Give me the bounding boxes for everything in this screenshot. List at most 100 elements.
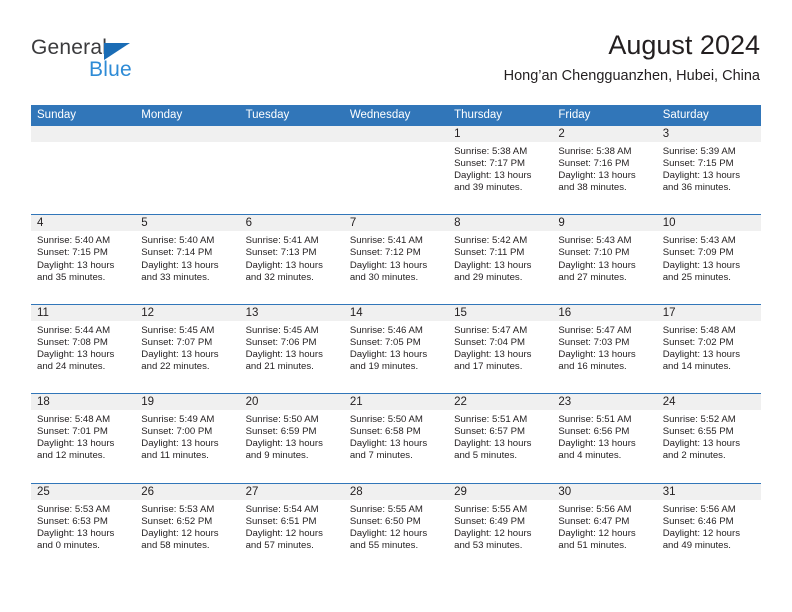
- day-number: [239, 126, 344, 142]
- day-cell[interactable]: 2 Sunrise: 5:38 AM Sunset: 7:16 PM Dayli…: [552, 126, 657, 214]
- day-cell[interactable]: 22 Sunrise: 5:51 AM Sunset: 6:57 PM Dayl…: [448, 394, 553, 482]
- daylight-text-line1: Daylight: 13 hours: [37, 438, 115, 450]
- sunset-text: Sunset: 6:59 PM: [245, 426, 317, 438]
- day-cell[interactable]: 27 Sunrise: 5:54 AM Sunset: 6:51 PM Dayl…: [239, 483, 344, 572]
- day-cell[interactable]: 13 Sunrise: 5:45 AM Sunset: 7:06 PM Dayl…: [239, 304, 344, 393]
- day-cell[interactable]: 8 Sunrise: 5:42 AM Sunset: 7:11 PM Dayli…: [448, 215, 553, 303]
- day-number: 17: [656, 304, 761, 321]
- daylight-text-line2: and 22 minutes.: [141, 361, 210, 373]
- day-number: 25: [31, 483, 136, 500]
- daylight-text-line1: Daylight: 12 hours: [454, 527, 532, 539]
- day-cell[interactable]: 12 Sunrise: 5:45 AM Sunset: 7:07 PM Dayl…: [135, 304, 240, 393]
- daylight-text-line1: Daylight: 13 hours: [558, 348, 636, 360]
- day-number: [135, 126, 240, 142]
- day-cell[interactable]: 17 Sunrise: 5:48 AM Sunset: 7:02 PM Dayl…: [656, 304, 761, 393]
- sunrise-text: Sunrise: 5:40 AM: [141, 235, 215, 247]
- day-cell[interactable]: 3 Sunrise: 5:39 AM Sunset: 7:15 PM Dayli…: [656, 126, 761, 214]
- day-cell[interactable]: 23 Sunrise: 5:51 AM Sunset: 6:56 PM Dayl…: [552, 394, 657, 482]
- daylight-text-line1: Daylight: 13 hours: [558, 438, 636, 450]
- daylight-text-line1: Daylight: 13 hours: [662, 348, 741, 360]
- day-info: Sunrise: 5:47 AM Sunset: 7:03 PM Dayligh…: [552, 321, 656, 373]
- day-cell[interactable]: 6 Sunrise: 5:41 AM Sunset: 7:13 PM Dayli…: [239, 215, 344, 303]
- daylight-text-line2: and 12 minutes.: [37, 450, 106, 462]
- day-cell[interactable]: 4 Sunrise: 5:40 AM Sunset: 7:15 PM Dayli…: [31, 215, 136, 303]
- sunrise-text: Sunrise: 5:42 AM: [454, 235, 528, 247]
- day-number: 13: [239, 304, 344, 321]
- day-cell[interactable]: 9 Sunrise: 5:43 AM Sunset: 7:10 PM Dayli…: [552, 215, 657, 303]
- sunset-text: Sunset: 7:16 PM: [558, 158, 630, 170]
- sunrise-text: Sunrise: 5:38 AM: [558, 146, 632, 157]
- day-cell[interactable]: 16 Sunrise: 5:47 AM Sunset: 7:03 PM Dayl…: [552, 304, 657, 393]
- week-row: 18 Sunrise: 5:48 AM Sunset: 7:01 PM Dayl…: [31, 393, 761, 482]
- sunrise-text: Sunrise: 5:44 AM: [37, 324, 111, 336]
- day-cell[interactable]: 7 Sunrise: 5:41 AM Sunset: 7:12 PM Dayli…: [343, 215, 449, 303]
- day-cell[interactable]: 31 Sunrise: 5:56 AM Sunset: 6:46 PM Dayl…: [656, 483, 761, 572]
- sunset-text: Sunset: 7:13 PM: [245, 247, 317, 259]
- day-number: 18: [31, 394, 136, 411]
- daylight-text-line1: Daylight: 12 hours: [349, 527, 428, 539]
- day-cell[interactable]: 29 Sunrise: 5:55 AM Sunset: 6:49 PM Dayl…: [448, 483, 553, 572]
- day-cell[interactable]: 28 Sunrise: 5:55 AM Sunset: 6:50 PM Dayl…: [343, 483, 449, 572]
- daylight-text-line1: Daylight: 13 hours: [662, 438, 741, 450]
- day-cell[interactable]: 11 Sunrise: 5:44 AM Sunset: 7:08 PM Dayl…: [31, 304, 136, 393]
- day-number: 20: [239, 394, 344, 411]
- day-info: Sunrise: 5:38 AM Sunset: 7:17 PM Dayligh…: [448, 142, 552, 194]
- sunrise-text: Sunrise: 5:39 AM: [662, 146, 736, 157]
- day-cell[interactable]: 20 Sunrise: 5:50 AM Sunset: 6:59 PM Dayl…: [239, 394, 344, 482]
- daylight-text-line2: and 5 minutes.: [454, 450, 518, 462]
- daylight-text-line2: and 11 minutes.: [141, 450, 209, 462]
- daylight-text-line1: Daylight: 13 hours: [454, 348, 532, 360]
- day-cell: [239, 126, 344, 214]
- sunset-text: Sunset: 6:50 PM: [349, 515, 421, 527]
- day-number: 14: [343, 304, 449, 321]
- sunset-text: Sunset: 7:06 PM: [245, 336, 317, 348]
- day-number: 8: [448, 215, 553, 232]
- day-info: Sunrise: 5:41 AM Sunset: 7:13 PM Dayligh…: [240, 231, 344, 283]
- weekday-header-thursday: Thursday: [454, 109, 503, 121]
- day-info: Sunrise: 5:54 AM Sunset: 6:51 PM Dayligh…: [240, 500, 344, 552]
- day-cell[interactable]: 24 Sunrise: 5:52 AM Sunset: 6:55 PM Dayl…: [656, 394, 761, 482]
- day-info: Sunrise: 5:56 AM Sunset: 6:47 PM Dayligh…: [552, 500, 656, 552]
- day-cell[interactable]: 14 Sunrise: 5:46 AM Sunset: 7:05 PM Dayl…: [343, 304, 449, 393]
- brand-logo[interactable]: General Blue: [31, 36, 231, 84]
- day-info: Sunrise: 5:38 AM Sunset: 7:16 PM Dayligh…: [552, 142, 656, 194]
- sunrise-text: Sunrise: 5:55 AM: [349, 503, 423, 515]
- title-block: August 2024 Hong’an Chengguanzhen, Hubei…: [504, 28, 760, 85]
- sunrise-text: Sunrise: 5:45 AM: [141, 324, 215, 336]
- day-cell[interactable]: 19 Sunrise: 5:49 AM Sunset: 7:00 PM Dayl…: [135, 394, 240, 482]
- daylight-text-line1: Daylight: 13 hours: [558, 259, 636, 271]
- day-info: Sunrise: 5:46 AM Sunset: 7:05 PM Dayligh…: [344, 321, 448, 373]
- daylight-text-line2: and 57 minutes.: [245, 539, 314, 551]
- day-number: 1: [448, 126, 553, 142]
- day-cell[interactable]: 5 Sunrise: 5:40 AM Sunset: 7:14 PM Dayli…: [135, 215, 240, 303]
- daylight-text-line1: Daylight: 13 hours: [454, 170, 532, 182]
- sunrise-text: Sunrise: 5:53 AM: [141, 503, 215, 515]
- day-cell[interactable]: 1 Sunrise: 5:38 AM Sunset: 7:17 PM Dayli…: [448, 126, 553, 214]
- day-cell[interactable]: 15 Sunrise: 5:47 AM Sunset: 7:04 PM Dayl…: [448, 304, 553, 393]
- week-row: 1 Sunrise: 5:38 AM Sunset: 7:17 PM Dayli…: [31, 126, 761, 214]
- day-info: Sunrise: 5:40 AM Sunset: 7:15 PM Dayligh…: [31, 231, 135, 283]
- day-number: 23: [552, 394, 657, 411]
- sunrise-text: Sunrise: 5:55 AM: [454, 503, 528, 515]
- sunset-text: Sunset: 7:08 PM: [37, 336, 108, 348]
- day-cell[interactable]: 25 Sunrise: 5:53 AM Sunset: 6:53 PM Dayl…: [31, 483, 136, 572]
- sunrise-text: Sunrise: 5:51 AM: [454, 414, 528, 426]
- daylight-text-line2: and 35 minutes.: [37, 271, 106, 283]
- page-header: General Blue August 2024 Hong’an Chenggu…: [0, 0, 792, 98]
- daylight-text-line1: Daylight: 13 hours: [141, 259, 219, 271]
- daylight-text-line2: and 53 minutes.: [454, 539, 523, 551]
- day-number: 5: [135, 215, 240, 232]
- day-info: Sunrise: 5:50 AM Sunset: 6:58 PM Dayligh…: [344, 410, 448, 462]
- day-cell[interactable]: 18 Sunrise: 5:48 AM Sunset: 7:01 PM Dayl…: [31, 394, 136, 482]
- daylight-text-line1: Daylight: 12 hours: [558, 527, 636, 539]
- daylight-text-line2: and 21 minutes.: [245, 361, 314, 373]
- daylight-text-line2: and 55 minutes.: [349, 539, 419, 551]
- day-cell[interactable]: 21 Sunrise: 5:50 AM Sunset: 6:58 PM Dayl…: [343, 394, 449, 482]
- day-cell[interactable]: 10 Sunrise: 5:43 AM Sunset: 7:09 PM Dayl…: [656, 215, 761, 303]
- daylight-text-line2: and 49 minutes.: [662, 539, 731, 551]
- daylight-text-line1: Daylight: 13 hours: [245, 438, 323, 450]
- day-cell[interactable]: 30 Sunrise: 5:56 AM Sunset: 6:47 PM Dayl…: [552, 483, 657, 572]
- day-cell: [31, 126, 136, 214]
- day-cell[interactable]: 26 Sunrise: 5:53 AM Sunset: 6:52 PM Dayl…: [135, 483, 240, 572]
- day-number: 11: [31, 304, 136, 321]
